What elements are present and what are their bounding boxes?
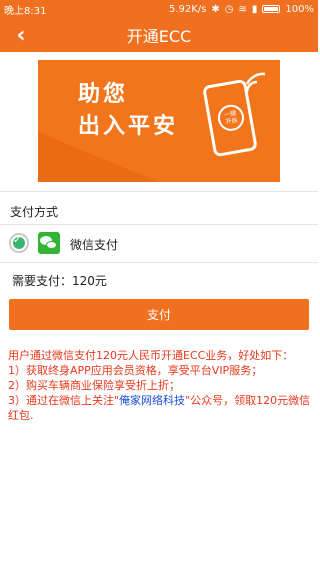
banner-line-1: 助您 xyxy=(78,82,129,107)
notes-line-1: 用户通过微信支付120元人民币开通ECC业务，好处如下： xyxy=(8,349,294,362)
wechat-account-name: 俺家网络科技 xyxy=(119,394,186,407)
status-time: 晚上8:31 xyxy=(4,5,47,17)
title-bar: ‹ 开通ECC xyxy=(0,18,318,52)
wechat-icon xyxy=(38,232,60,254)
check-icon: ✓ xyxy=(13,235,22,246)
wifi-icon: ≋ xyxy=(238,3,247,15)
signal-waves-icon xyxy=(245,72,266,93)
divider xyxy=(0,224,318,225)
divider xyxy=(0,262,318,263)
amount-due: 需要支付：120元 xyxy=(12,274,107,288)
status-bar: 晚上8:31 5.92K/s ✱ ◷ ≋ ▮ 100% xyxy=(0,0,318,18)
battery-icon xyxy=(262,5,281,13)
banner-line-2: 出入平安 xyxy=(78,114,179,139)
payment-method-name: 微信支付 xyxy=(70,238,119,252)
payment-method-label: 支付方式 xyxy=(10,205,59,219)
phone-button-circle: 一键 开启 xyxy=(215,102,247,133)
alarm-icon: ◷ xyxy=(224,3,234,15)
benefits-notes: 用户通过微信支付120元人民币开通ECC业务，好处如下： 1）获取终身APP应用… xyxy=(8,348,312,423)
notes-line-4: 3）通过在微信上关注"俺家网络科技"公众号，领取120元微信红包. xyxy=(8,393,312,423)
network-speed: 5.92K/s xyxy=(168,3,207,15)
pay-button[interactable]: 支付 xyxy=(9,299,309,330)
notes-line-3: 2）购买车辆商业保险享受折上折； xyxy=(8,379,180,392)
divider xyxy=(0,191,318,192)
payment-option-wechat[interactable]: ✓ 微信支付 xyxy=(0,226,318,260)
battery-level: 100% xyxy=(285,3,314,15)
promo-banner: 助您 出入平安 一键 开启 xyxy=(38,60,280,182)
back-button[interactable]: ‹ xyxy=(8,20,34,50)
signal-icon: ▮ xyxy=(251,3,258,15)
bluetooth-icon: ✱ xyxy=(211,3,220,15)
status-right: 5.92K/s ✱ ◷ ≋ ▮ 100% xyxy=(169,4,314,15)
notes-line-2: 1）获取终身APP应用会员资格，享受平台VIP服务； xyxy=(8,364,263,377)
radio-check-icon[interactable]: ✓ xyxy=(9,233,29,253)
page-title: 开通ECC xyxy=(126,27,192,46)
chevron-left-icon: ‹ xyxy=(16,22,26,48)
notes-line-4-prefix: 3）通过在微信上关注" xyxy=(8,394,120,407)
